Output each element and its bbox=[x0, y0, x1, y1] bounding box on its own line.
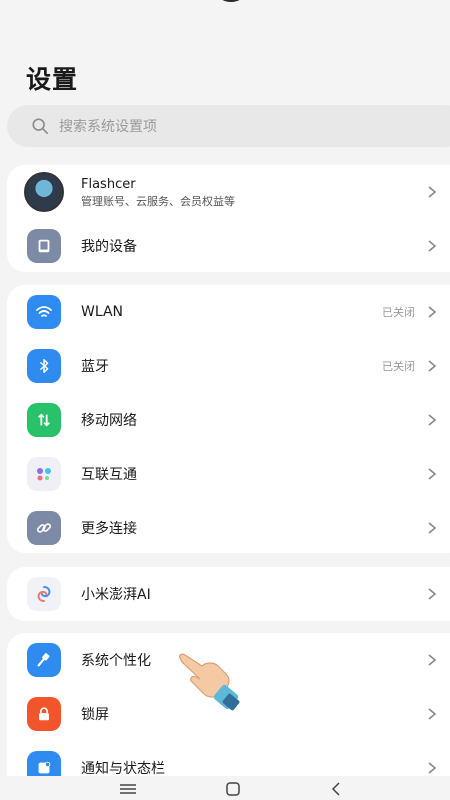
bluetooth-icon bbox=[27, 349, 61, 383]
interconnect-icon bbox=[27, 457, 61, 491]
chevron-right-icon bbox=[428, 588, 437, 600]
chevron-right-icon bbox=[428, 468, 437, 480]
chevron-right-icon bbox=[428, 762, 437, 774]
navigation-bar bbox=[0, 776, 450, 800]
my-device-label: 我的设备 bbox=[81, 239, 137, 255]
link-icon bbox=[27, 511, 61, 545]
account-name: Flashcer bbox=[81, 177, 136, 192]
lock-screen-label: 锁屏 bbox=[81, 707, 109, 723]
wlan-status: 已关闭 bbox=[382, 306, 415, 319]
chevron-right-icon bbox=[428, 708, 437, 720]
more-connections-label: 更多连接 bbox=[81, 521, 137, 537]
ai-swirl-icon bbox=[27, 577, 61, 611]
account-subtitle: 管理账号、云服务、会员权益等 bbox=[81, 195, 235, 208]
hyperos-ai-row[interactable]: 小米澎湃AI bbox=[7, 567, 450, 621]
device-icon bbox=[27, 229, 61, 263]
brush-icon bbox=[27, 643, 61, 677]
chevron-right-icon bbox=[428, 414, 437, 426]
wlan-label: WLAN bbox=[81, 304, 124, 320]
mobile-network-label: 移动网络 bbox=[81, 413, 137, 429]
avatar bbox=[24, 172, 64, 212]
wifi-icon bbox=[27, 295, 61, 329]
bluetooth-label: 蓝牙 bbox=[81, 359, 109, 375]
mobile-network-row[interactable]: 移动网络 bbox=[7, 393, 450, 447]
interconnect-label: 互联互通 bbox=[81, 467, 137, 483]
bluetooth-status: 已关闭 bbox=[382, 360, 415, 373]
chevron-right-icon bbox=[428, 522, 437, 534]
more-connections-row[interactable]: 更多连接 bbox=[7, 501, 450, 555]
chevron-right-icon bbox=[428, 360, 437, 372]
search-placeholder: 搜索系统设置项 bbox=[59, 119, 157, 135]
mobile-network-icon bbox=[27, 403, 61, 437]
camera-notch bbox=[218, 0, 244, 2]
back-icon[interactable] bbox=[331, 782, 341, 796]
home-icon[interactable] bbox=[226, 782, 240, 796]
menu-icon[interactable] bbox=[120, 784, 136, 794]
account-row[interactable]: Flashcer 管理账号、云服务、会员权益等 bbox=[7, 165, 450, 219]
interconnect-row[interactable]: 互联互通 bbox=[7, 447, 450, 501]
chevron-right-icon bbox=[428, 306, 437, 318]
notifications-label: 通知与状态栏 bbox=[81, 761, 165, 777]
hyperos-ai-label: 小米澎湃AI bbox=[81, 587, 151, 603]
network-card: WLAN 已关闭 蓝牙 已关闭 移动网络 互联互通 更多连接 bbox=[7, 285, 450, 553]
my-device-row[interactable]: 我的设备 bbox=[7, 219, 450, 273]
page-title: 设置 bbox=[26, 65, 79, 94]
chevron-right-icon bbox=[428, 240, 437, 252]
bluetooth-row[interactable]: 蓝牙 已关闭 bbox=[7, 339, 450, 393]
search-icon bbox=[32, 118, 49, 135]
chevron-right-icon bbox=[428, 186, 437, 198]
pointing-hand-icon bbox=[178, 653, 240, 711]
lock-icon bbox=[27, 697, 61, 731]
account-card: Flashcer 管理账号、云服务、会员权益等 我的设备 bbox=[7, 165, 450, 272]
personalization-label: 系统个性化 bbox=[81, 653, 151, 669]
search-bar[interactable]: 搜索系统设置项 bbox=[7, 105, 450, 147]
ai-card: 小米澎湃AI bbox=[7, 567, 450, 621]
wlan-row[interactable]: WLAN 已关闭 bbox=[7, 285, 450, 339]
chevron-right-icon bbox=[428, 654, 437, 666]
